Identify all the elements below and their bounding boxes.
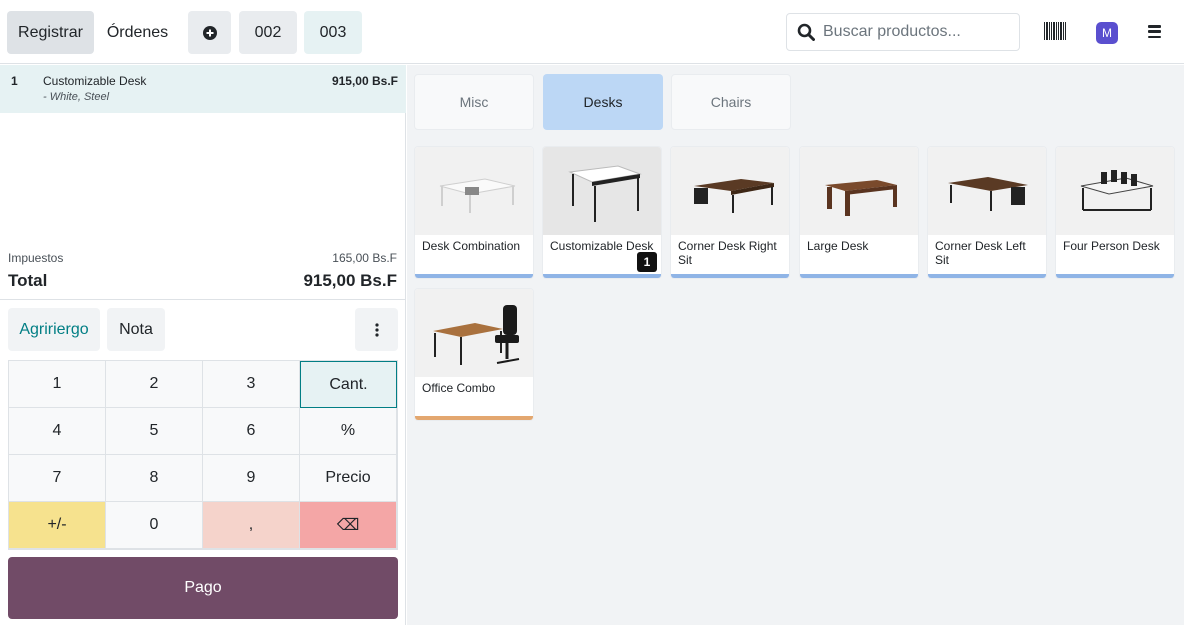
product-card[interactable]: Corner Desk Left Sit (927, 146, 1047, 279)
category-stripe (1056, 274, 1174, 278)
numpad-key-1[interactable]: 1 (9, 361, 106, 408)
payment-button[interactable]: Pago (8, 557, 398, 619)
category-stripe (671, 274, 789, 278)
product-card[interactable]: Four Person Desk (1055, 146, 1175, 279)
product-name: Customizable Desk (550, 239, 654, 253)
backspace-icon[interactable]: ⌫ (300, 502, 397, 549)
barcode-icon[interactable] (1044, 22, 1066, 40)
customer-button[interactable]: Agririergo (8, 308, 100, 351)
numpad-key-comma[interactable]: , (203, 502, 300, 549)
orders-button[interactable]: Órdenes (100, 11, 175, 54)
numpad-key-8[interactable]: 8 (106, 455, 203, 502)
category-misc[interactable]: Misc (414, 74, 534, 130)
order-line[interactable]: 1 Customizable Desk - White, Steel 915,0… (0, 65, 406, 113)
product-name: Desk Combination (422, 239, 521, 253)
new-order-button[interactable] (188, 11, 231, 54)
product-image (928, 147, 1046, 235)
plus-circle-icon (202, 25, 217, 40)
category-stripe (543, 274, 661, 278)
order-tab-003[interactable]: 003 (304, 11, 362, 54)
order-tab-002[interactable]: 002 (239, 11, 297, 54)
product-name: Office Combo (422, 381, 496, 395)
register-button[interactable]: Registrar (7, 11, 94, 54)
numpad-key-6[interactable]: 6 (203, 408, 300, 455)
category-desks[interactable]: Desks (543, 74, 663, 130)
numpad-key-5[interactable]: 5 (106, 408, 203, 455)
search-placeholder: Buscar productos... (823, 23, 961, 40)
numpad-key-2[interactable]: 2 (106, 361, 203, 408)
product-name: Large Desk (807, 239, 869, 253)
product-image (543, 147, 661, 235)
category-stripe (415, 274, 533, 278)
numpad: 1 2 3 Cant. 4 5 6 % 7 8 9 Precio +/- 0 ,… (8, 360, 398, 550)
note-button[interactable]: Nota (107, 308, 165, 351)
order-pane: 1 Customizable Desk - White, Steel 915,0… (0, 65, 406, 625)
more-actions-button[interactable] (355, 308, 398, 351)
hamburger-menu-icon[interactable] (1148, 25, 1161, 38)
product-card[interactable]: Desk Combination (414, 146, 534, 279)
numpad-key-0[interactable]: 0 (106, 502, 203, 549)
numpad-key-discount[interactable]: % (300, 408, 397, 455)
avatar[interactable]: M (1096, 22, 1118, 44)
numpad-key-price[interactable]: Precio (300, 455, 397, 502)
search-input[interactable]: Buscar productos... (786, 13, 1020, 51)
product-card[interactable]: Corner Desk Right Sit (670, 146, 790, 279)
taxes-value: 165,00 Bs.F (332, 251, 397, 265)
product-name: Corner Desk Right Sit (678, 239, 777, 267)
product-card[interactable]: Office Combo (414, 288, 534, 421)
divider (0, 299, 406, 300)
product-name: Corner Desk Left Sit (935, 239, 1026, 267)
numpad-key-4[interactable]: 4 (9, 408, 106, 455)
category-stripe (800, 274, 918, 278)
numpad-key-9[interactable]: 9 (203, 455, 300, 502)
category-stripe (415, 416, 533, 420)
quantity-badge: 1 (637, 252, 657, 272)
product-pane: Misc Desks Chairs Desk Combination Custo… (407, 65, 1184, 625)
order-line-qty: 1 (11, 74, 18, 88)
product-card[interactable]: Large Desk (799, 146, 919, 279)
product-image (800, 147, 918, 235)
total-label: Total (8, 271, 48, 290)
product-image (671, 147, 789, 235)
product-image (1056, 147, 1174, 235)
category-chairs[interactable]: Chairs (671, 74, 791, 130)
numpad-key-3[interactable]: 3 (203, 361, 300, 408)
product-card[interactable]: Customizable Desk 1 (542, 146, 662, 279)
numpad-key-quantity[interactable]: Cant. (300, 361, 397, 408)
total-value: 915,00 Bs.F (303, 271, 397, 290)
product-name: Four Person Desk (1063, 239, 1160, 253)
product-image (415, 147, 533, 235)
top-bar: Registrar Órdenes 002 003 Buscar product… (0, 0, 1184, 64)
numpad-key-sign[interactable]: +/- (9, 502, 106, 549)
search-icon (797, 23, 815, 41)
taxes-label: Impuestos (8, 251, 64, 265)
order-line-price: 915,00 Bs.F (331, 74, 398, 88)
order-line-attributes: - White, Steel (43, 91, 110, 103)
numpad-key-7[interactable]: 7 (9, 455, 106, 502)
category-stripe (928, 274, 1046, 278)
product-image (415, 289, 533, 377)
order-line-name: Customizable Desk (43, 74, 147, 88)
vertical-dots-icon (374, 322, 379, 337)
